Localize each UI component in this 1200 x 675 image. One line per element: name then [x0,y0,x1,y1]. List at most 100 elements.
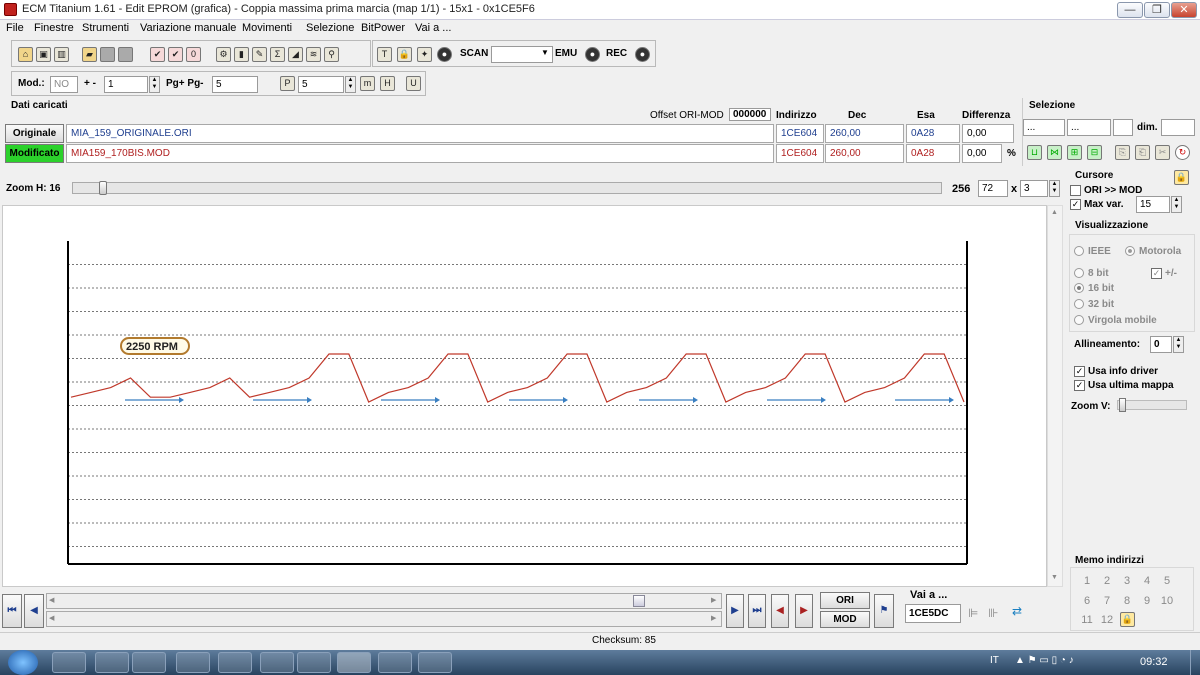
battery-icon[interactable]: ▮ [234,47,249,62]
taskbar-explorer[interactable] [52,652,86,673]
taskbar-skype[interactable] [218,652,252,673]
tray-icons[interactable]: ▲ ⚑ ▭ ▯ ◔ ♪ [1015,655,1074,666]
plusminus-spinner[interactable]: ▲ ▼ [149,76,160,93]
scroll-down-icon[interactable]: ▼ [1051,574,1058,581]
clock[interactable]: 09:32 [1140,656,1168,668]
lock-icon[interactable]: 🔒 [397,47,412,62]
prev-diff-icon[interactable]: ◀ [771,594,789,628]
select-row-icon[interactable]: ⊞ [1067,145,1082,160]
save-as-icon[interactable] [118,47,133,62]
position-thumb[interactable] [633,595,645,607]
zoom-height-spinner[interactable]: ▲ ▼ [1049,180,1060,197]
cut-sel-icon[interactable]: ✂ [1155,145,1170,160]
menu-finestre[interactable]: Finestre [34,22,74,34]
windows-icon[interactable]: ▣ [36,47,51,62]
zoom-v-slider[interactable] [1117,398,1187,412]
show-desktop-button[interactable] [1190,650,1200,675]
home-icon[interactable]: ⌂ [18,47,33,62]
zero-icon[interactable]: 0 [186,47,201,62]
memo-8[interactable]: 8 [1117,595,1137,607]
secondary-scrollbar[interactable]: ◀ ▶ [46,611,722,627]
save-icon[interactable] [100,47,115,62]
columns-icon[interactable]: ▥ [54,47,69,62]
chart-scrollbar[interactable]: ▲ ▼ [1047,205,1063,587]
float-radio[interactable] [1074,315,1084,325]
swap-memory-icon[interactable]: ⇄ [1012,604,1022,618]
modified-button[interactable]: Modificato [5,144,64,163]
pg-field[interactable]: 5 [212,76,258,93]
next-diff-icon[interactable]: ▶ [795,594,813,628]
mod-field[interactable]: NO [50,76,78,93]
last-icon[interactable]: ⏭ [748,594,766,628]
memo-lock-icon[interactable]: 🔒 [1120,612,1135,627]
paste-sel-icon[interactable]: ⎗ [1135,145,1150,160]
align-field[interactable]: 0 [1150,336,1172,353]
selection-end-field[interactable]: ... [1067,119,1111,136]
menu-variazione-manuale[interactable]: Variazione manuale [140,22,236,34]
32bit-radio[interactable] [1074,299,1084,309]
text-icon[interactable]: T [377,47,392,62]
max-var-field[interactable]: 15 [1136,196,1170,213]
p-icon[interactable]: P [280,76,295,91]
last-map-checkbox[interactable]: ✓ [1074,380,1085,391]
chevron-down-icon[interactable]: ▼ [541,48,549,57]
offset-field[interactable]: 000000 [729,108,771,121]
memo-7[interactable]: 7 [1097,595,1117,607]
align-left-icon[interactable]: ⊫ [968,606,978,620]
open-folder-icon[interactable]: ▰ [82,47,97,62]
start-button[interactable] [8,650,38,675]
align-right-icon[interactable]: ⊪ [988,606,998,620]
memo-6[interactable]: 6 [1077,595,1097,607]
menu-movimenti[interactable]: Movimenti [242,22,292,34]
zoom-height-field[interactable]: 3 [1020,180,1048,197]
memo-3[interactable]: 3 [1117,575,1137,587]
p-spinner[interactable]: ▲ ▼ [345,76,356,93]
first-icon[interactable]: ⏮ [2,594,22,628]
binoculars-icon[interactable]: ⚲ [324,47,339,62]
chart-3d-icon[interactable]: ◢ [288,47,303,62]
ori-button[interactable]: ORI [820,592,870,609]
flag-icon[interactable]: ⚑ [874,594,894,628]
taskbar-media[interactable] [95,652,129,673]
scroll-left-icon[interactable]: ◀ [49,596,54,604]
language-indicator[interactable]: IT [990,655,999,666]
zoom-v-thumb[interactable] [1119,398,1126,412]
rec-dot-icon[interactable]: ● [635,47,650,62]
sum-icon[interactable]: Σ [270,47,285,62]
selection-start-field[interactable]: ... [1023,119,1065,136]
plusminus-field[interactable]: 1 [104,76,148,93]
ori-mod-checkbox[interactable] [1070,185,1081,196]
edit-icon[interactable]: ✎ [252,47,267,62]
driver-icon[interactable]: ⚙ [216,47,231,62]
m-icon[interactable]: m [360,76,375,91]
info-driver-checkbox[interactable]: ✓ [1074,366,1085,377]
menu-bitpower[interactable]: BitPower [361,22,405,34]
scroll-right-icon[interactable]: ▶ [711,596,716,604]
zoom-slider[interactable] [72,181,942,195]
close-button[interactable]: ✕ [1171,2,1197,18]
taskbar-app2[interactable] [378,652,412,673]
prev-icon[interactable]: ◀ [24,594,44,628]
ieee-radio[interactable] [1074,246,1084,256]
maximize-button[interactable]: ❐ [1144,2,1170,18]
scroll2-left-icon[interactable]: ◀ [49,614,54,622]
taskbar-chrome[interactable] [132,652,166,673]
menu-selezione[interactable]: Selezione [306,22,354,34]
minimize-button[interactable]: — [1117,2,1143,18]
menu-strumenti[interactable]: Strumenti [82,22,129,34]
dim-field[interactable] [1161,119,1195,136]
h-icon[interactable]: H [380,76,395,91]
position-scrollbar[interactable]: ◀ ▶ [46,593,722,609]
menu-file[interactable]: File [6,22,24,34]
graph-icon[interactable]: ≋ [306,47,321,62]
memo-10[interactable]: 10 [1157,595,1177,607]
goto-field[interactable]: 1CE5DC [905,604,961,623]
select-left-icon[interactable]: ⊔ [1027,145,1042,160]
zoom-width-field[interactable]: 72 [978,180,1008,197]
8bit-radio[interactable] [1074,268,1084,278]
taskbar-app3[interactable] [418,652,452,673]
p-field[interactable]: 5 [298,76,344,93]
copy-sel-icon[interactable]: ⎘ [1115,145,1130,160]
taskbar-app1[interactable] [297,652,331,673]
zoom-slider-thumb[interactable] [98,181,107,195]
